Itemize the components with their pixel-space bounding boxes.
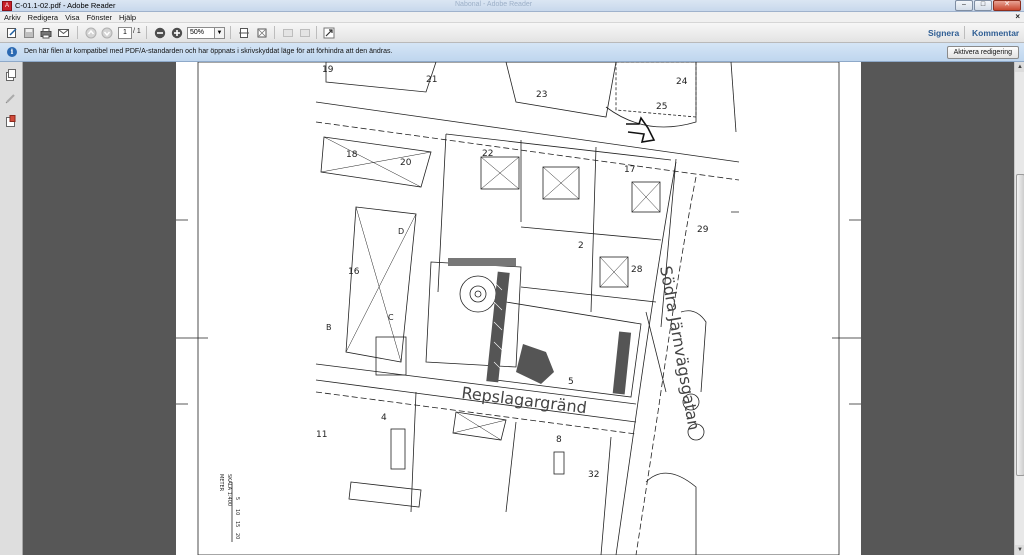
page-thumbnails-icon[interactable]: [5, 69, 17, 81]
page-total: / 1: [133, 28, 141, 35]
toolbar-separator: [274, 26, 275, 39]
print-icon[interactable]: [39, 26, 52, 39]
scale-tick: 15: [234, 521, 240, 527]
lot-number: 21: [426, 75, 437, 85]
maximize-button[interactable]: □: [974, 0, 992, 11]
document-close-button[interactable]: ×: [1015, 12, 1020, 21]
scroll-down-arrow-icon[interactable]: ▼: [1015, 545, 1024, 555]
lot-number: 5: [568, 377, 574, 387]
next-page-icon[interactable]: [100, 26, 113, 39]
site-plan-drawing: 19 21 23 24 25 18 20 22 17 16 2 28 29 4 …: [176, 62, 861, 555]
lot-number: 11: [316, 430, 327, 440]
lot-number: 19: [322, 65, 334, 75]
full-screen-icon[interactable]: [298, 26, 311, 39]
adobe-reader-icon: A: [2, 0, 12, 11]
sign-link[interactable]: Signera: [928, 28, 959, 38]
title-bar: A C-01.1-02.pdf - Adobe Reader Nabonal -…: [0, 0, 1024, 12]
toolbar-separator: [146, 26, 147, 39]
email-icon[interactable]: [57, 26, 70, 39]
zoom-in-icon[interactable]: [170, 26, 183, 39]
toolbar: 1 / 1 50% ▼ Signera Kommentar: [0, 23, 1024, 43]
zoom-level-input[interactable]: 50%: [187, 27, 215, 39]
lot-number: 16: [348, 267, 360, 277]
navigation-pane: [0, 62, 23, 555]
lot-number: 17: [624, 165, 635, 175]
street-label: Södra Järnvägsgatan: [656, 264, 704, 431]
lot-number: 29: [697, 225, 709, 235]
lot-number: 18: [346, 150, 358, 160]
lot-number: 20: [400, 158, 412, 168]
lot-number: 24: [676, 77, 688, 87]
menu-bar: Arkiv Redigera Visa Fönster Hjälp ×: [0, 12, 1024, 23]
scale-label: SKALA 1:400: [226, 474, 232, 506]
close-button[interactable]: ✕: [993, 0, 1021, 11]
menu-arkiv[interactable]: Arkiv: [4, 13, 21, 22]
window-title: C-01.1-02.pdf - Adobe Reader: [15, 1, 116, 10]
fit-page-icon[interactable]: [255, 26, 268, 39]
menu-fonster[interactable]: Fönster: [87, 13, 112, 22]
pdf-page[interactable]: 19 21 23 24 25 18 20 22 17 16 2 28 29 4 …: [176, 62, 861, 555]
lot-number: 28: [631, 265, 643, 275]
minimize-button[interactable]: –: [955, 0, 973, 11]
toolbar-separator: [77, 26, 78, 39]
comment-link[interactable]: Kommentar: [972, 28, 1019, 38]
fit-width-icon[interactable]: [237, 26, 250, 39]
window-title-faint: Nabonal - Adobe Reader: [455, 1, 533, 8]
page-number-input[interactable]: 1: [118, 27, 132, 39]
lot-number: B: [326, 323, 332, 332]
scale-unit: METER: [218, 474, 224, 492]
street-label: Repslagargränd: [461, 383, 588, 417]
lot-number: 8: [556, 435, 562, 445]
scale-tick: 20: [234, 533, 240, 539]
expand-icon[interactable]: [322, 26, 335, 39]
lot-number: 25: [656, 102, 667, 112]
zoom-out-icon[interactable]: [153, 26, 166, 39]
lot-number: D: [398, 227, 404, 236]
lot-number: 32: [588, 470, 599, 480]
info-icon: i: [7, 47, 17, 57]
attachments-icon[interactable]: [5, 115, 17, 127]
window-controls: – □ ✕: [955, 0, 1021, 11]
lot-number: 22: [482, 149, 493, 159]
enable-editing-button[interactable]: Aktivera redigering: [946, 46, 1019, 59]
toolbar-separator: [316, 26, 317, 39]
scale-tick: 5: [234, 497, 240, 500]
signature-pen-icon[interactable]: [5, 92, 17, 104]
pdfa-info-bar: i Den här filen är kompatibel med PDF/A-…: [0, 43, 1024, 62]
create-pdf-icon[interactable]: [5, 26, 18, 39]
lot-number: C: [388, 313, 394, 322]
zoom-dropdown-button[interactable]: ▼: [214, 27, 225, 39]
menu-hjalp[interactable]: Hjälp: [119, 13, 136, 22]
vertical-scrollbar[interactable]: ▲ ▼: [1014, 62, 1024, 555]
save-icon[interactable]: [22, 26, 35, 39]
toolbar-separator: [230, 26, 231, 39]
scale-tick: 10: [234, 509, 240, 515]
info-message: Den här filen är kompatibel med PDF/A-st…: [24, 48, 393, 55]
toolbar-separator: [964, 26, 965, 39]
lot-number: 2: [578, 241, 584, 251]
scroll-up-arrow-icon[interactable]: ▲: [1015, 62, 1024, 72]
menu-redigera[interactable]: Redigera: [28, 13, 58, 22]
previous-page-icon[interactable]: [84, 26, 97, 39]
lot-number: 4: [381, 413, 387, 423]
lot-number: 23: [536, 90, 547, 100]
menu-visa[interactable]: Visa: [65, 13, 79, 22]
read-mode-icon[interactable]: [281, 26, 294, 39]
scroll-thumb[interactable]: [1016, 174, 1024, 476]
